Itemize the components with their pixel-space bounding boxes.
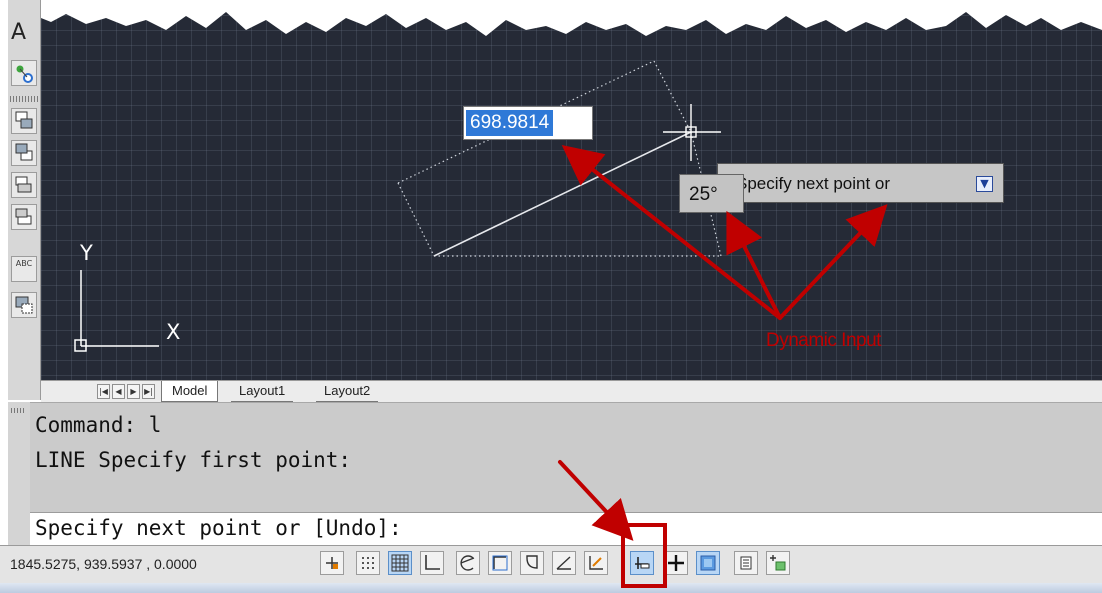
tab-layout1[interactable]: Layout1 bbox=[231, 381, 294, 402]
transparency-icon[interactable] bbox=[696, 551, 720, 575]
tab-model[interactable]: Model bbox=[161, 381, 219, 402]
rubber-band-line bbox=[433, 131, 692, 257]
ucs-y-label: Y bbox=[80, 241, 93, 265]
tab-layout2[interactable]: Layout2 bbox=[316, 381, 379, 402]
text-style-letter: A bbox=[11, 20, 27, 45]
send-to-back-icon[interactable] bbox=[11, 140, 37, 166]
dynamic-ucs-icon[interactable] bbox=[584, 551, 608, 575]
ucs-x-label: X bbox=[166, 320, 181, 344]
status-bar: 1845.5275, 939.5937 , 0.0000 bbox=[0, 545, 1102, 583]
3d-osnap-icon[interactable] bbox=[520, 551, 544, 575]
dimension-extension-lines bbox=[397, 60, 722, 257]
ortho-icon[interactable] bbox=[420, 551, 444, 575]
dynamic-prompt-text: Specify next point or bbox=[736, 174, 891, 193]
dynamic-input-annotation-label: Dynamic Input bbox=[766, 330, 881, 351]
angle-value[interactable]: 25° bbox=[689, 184, 718, 205]
point-style-icon[interactable] bbox=[11, 60, 37, 86]
previous-layout-icon[interactable]: ◀ bbox=[112, 384, 125, 399]
infer-constraints-icon[interactable] bbox=[320, 551, 344, 575]
dynamic-input-angle-field[interactable]: 25° bbox=[679, 174, 744, 213]
grip-dots bbox=[11, 408, 25, 413]
send-under-icon[interactable] bbox=[11, 204, 37, 230]
crosshair-cursor bbox=[663, 104, 721, 161]
command-history-line: LINE Specify first point: bbox=[35, 448, 352, 472]
down-arrow-icon[interactable]: ▼ bbox=[976, 176, 993, 192]
selection-cycling-icon[interactable] bbox=[766, 551, 790, 575]
osnap-tracking-icon[interactable] bbox=[552, 551, 576, 575]
bring-to-front-icon[interactable] bbox=[11, 108, 37, 134]
coordinate-readout[interactable]: 1845.5275, 939.5937 , 0.0000 bbox=[10, 546, 197, 582]
dynamic-input-distance-field[interactable]: 698.9814 bbox=[463, 106, 593, 140]
command-history-line: Command: l bbox=[35, 413, 162, 437]
windows-taskbar bbox=[0, 583, 1102, 593]
next-layout-icon[interactable]: ▶ bbox=[127, 384, 140, 399]
dynamic-input-icon[interactable] bbox=[630, 551, 654, 575]
layout-tab-strip: |◀ ◀ ▶ ▶| Model Layout1 Layout2 bbox=[41, 380, 1102, 403]
command-window-grip[interactable] bbox=[8, 402, 30, 545]
autocad-window: A ABC Y X Dynamic Input 698.9814 Specify… bbox=[0, 0, 1102, 593]
bring-above-icon[interactable] bbox=[11, 172, 37, 198]
grid-icon[interactable] bbox=[388, 551, 412, 575]
object-snap-icon[interactable] bbox=[488, 551, 512, 575]
command-input[interactable]: Specify next point or [Undo]: bbox=[30, 512, 1102, 545]
first-layout-icon[interactable]: |◀ bbox=[97, 384, 110, 399]
snap-icon[interactable] bbox=[356, 551, 380, 575]
hatch-to-back-icon[interactable] bbox=[11, 292, 37, 318]
polar-icon[interactable] bbox=[456, 551, 480, 575]
quick-properties-icon[interactable] bbox=[734, 551, 758, 575]
distance-value[interactable]: 698.9814 bbox=[466, 110, 554, 136]
dynamic-prompt-tooltip: Specify next point or ▼ bbox=[717, 163, 1004, 203]
draw-order-toolbar: A ABC bbox=[8, 0, 41, 400]
text-above-icon[interactable]: ABC bbox=[11, 256, 37, 282]
command-current-prompt: Specify next point or [Undo]: bbox=[35, 516, 402, 540]
toolbar-grip[interactable] bbox=[10, 96, 38, 102]
last-layout-icon[interactable]: ▶| bbox=[142, 384, 155, 399]
command-history: Command: l LINE Specify first point: bbox=[30, 402, 1102, 512]
text-above-label: ABC bbox=[15, 259, 33, 268]
ucs-icon bbox=[74, 270, 159, 352]
lineweight-icon[interactable] bbox=[664, 551, 688, 575]
